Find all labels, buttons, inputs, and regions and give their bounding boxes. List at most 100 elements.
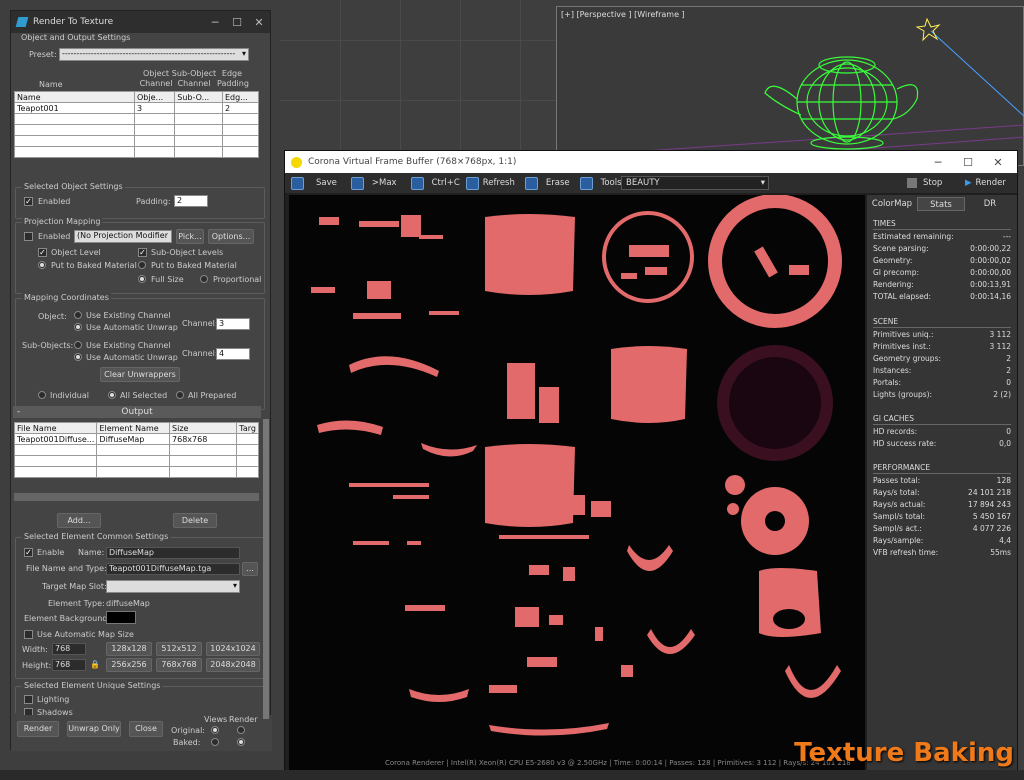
maximize-icon[interactable]: ☐ (957, 156, 979, 169)
lighting-checkbox[interactable] (24, 695, 33, 704)
cell[interactable]: 768x768 (169, 433, 238, 445)
all-selected-radio[interactable] (108, 391, 116, 399)
clear-unwrappers-button[interactable]: Clear Unwrappers (100, 367, 180, 382)
save-button[interactable]: Save (291, 176, 337, 190)
table-header[interactable]: Edg... (222, 91, 259, 103)
size-preset-button[interactable]: 768x768 (156, 658, 202, 672)
render-button[interactable]: ▶ Render (965, 176, 1006, 190)
original-render-radio[interactable] (237, 726, 245, 734)
target-slot-dropdown[interactable]: ▾ (106, 580, 240, 593)
proportional-radio[interactable] (200, 275, 208, 283)
lock-icon[interactable]: 🔒 (90, 660, 100, 669)
use-auto-radio[interactable] (74, 323, 82, 331)
individual-radio[interactable] (38, 391, 46, 399)
proj-enabled-checkbox[interactable] (24, 232, 33, 241)
table-row[interactable] (13, 466, 259, 478)
put-baked-radio-2[interactable] (138, 261, 146, 269)
all-prepared-radio[interactable] (176, 391, 184, 399)
stop-button[interactable]: Stop (907, 176, 942, 190)
unwrap-only-button[interactable]: Unwrap Only (67, 721, 121, 737)
cell[interactable] (174, 102, 223, 114)
table-row[interactable]: Teapot001 3 2 (14, 102, 259, 114)
size-preset-button[interactable]: 1024x1024 (206, 642, 260, 656)
tab-colormap[interactable]: ColorMap (869, 197, 915, 211)
channel-spinner-2[interactable]: 4 (216, 348, 250, 360)
add-button[interactable]: Add... (57, 513, 101, 528)
put-baked-radio[interactable] (38, 261, 46, 269)
browse-button[interactable]: ... (242, 562, 258, 576)
file-field[interactable]: Teapot001DiffuseMap.tga (106, 563, 240, 575)
baked-render-radio[interactable] (237, 738, 245, 746)
table-header[interactable]: Size (169, 422, 238, 434)
options-button[interactable]: Options... (208, 229, 254, 244)
vertical-scrollbar[interactable] (263, 419, 269, 719)
table-row[interactable]: Teapot001Diffuse... DiffuseMap 768x768 (13, 433, 259, 445)
object-table[interactable]: Name Obje... Sub-O... Edg... Teapot001 3 2 (14, 91, 259, 158)
cell[interactable]: Teapot001 (14, 102, 135, 114)
element-bg-swatch[interactable] (106, 611, 136, 624)
projection-modifier-dropdown[interactable]: (No Projection Modifier (74, 230, 172, 243)
tab-stats[interactable]: Stats (917, 197, 965, 211)
size-preset-button[interactable]: 512x512 (156, 642, 202, 656)
auto-size-checkbox[interactable] (24, 630, 33, 639)
table-header[interactable]: Sub-O... (174, 91, 223, 103)
dialog-titlebar[interactable]: Render To Texture ─ ☐ ✕ (11, 11, 270, 33)
table-row[interactable] (14, 124, 259, 136)
refresh-button[interactable]: Refresh (465, 176, 515, 190)
table-header[interactable]: Targ (236, 422, 259, 434)
size-preset-button[interactable]: 256x256 (106, 658, 152, 672)
close-icon[interactable]: ✕ (987, 156, 1009, 169)
cell[interactable]: DiffuseMap (96, 433, 171, 445)
collapse-icon[interactable]: - (17, 406, 20, 418)
use-auto-radio-2[interactable] (74, 353, 82, 361)
padding-spinner[interactable]: 2 (174, 195, 208, 207)
output-rollout[interactable]: - Output (13, 406, 261, 418)
channel-spinner[interactable]: 3 (216, 318, 250, 330)
width-spinner[interactable]: 768 (52, 643, 86, 655)
maximize-icon[interactable]: ☐ (226, 16, 248, 29)
cell[interactable]: 3 (133, 102, 176, 114)
table-row[interactable] (14, 146, 259, 158)
table-row[interactable] (14, 135, 259, 147)
tools-button[interactable]: Tools (579, 176, 622, 190)
enabled-checkbox[interactable]: ✓ (24, 197, 33, 206)
preset-dropdown[interactable]: ----------------------------------------… (59, 48, 249, 61)
vfb-titlebar[interactable]: Corona Virtual Frame Buffer (768×768px, … (285, 151, 1017, 173)
cell[interactable]: Teapot001Diffuse... (13, 433, 98, 445)
name-field[interactable]: DiffuseMap (106, 547, 240, 559)
sub-object-levels-checkbox[interactable]: ✓ (138, 248, 147, 257)
enable-checkbox[interactable]: ✓ (24, 548, 33, 557)
table-header[interactable]: Element Name (96, 422, 171, 434)
minimize-icon[interactable]: ─ (927, 156, 949, 169)
to-max-button[interactable]: >Max (350, 176, 397, 190)
erase-button[interactable]: Erase (524, 176, 570, 190)
original-views-radio[interactable] (211, 726, 219, 734)
close-icon[interactable]: ✕ (248, 16, 270, 29)
use-existing-radio-2[interactable] (74, 341, 82, 349)
baked-views-radio[interactable] (211, 738, 219, 746)
delete-button[interactable]: Delete (173, 513, 217, 528)
object-level-checkbox[interactable]: ✓ (38, 248, 47, 257)
table-row[interactable] (14, 113, 259, 125)
cell[interactable] (236, 433, 259, 445)
tab-dr[interactable]: DR (967, 197, 1013, 211)
size-preset-button[interactable]: 2048x2048 (206, 658, 260, 672)
table-row[interactable] (13, 444, 259, 456)
render-button[interactable]: Render (17, 721, 59, 737)
table-header[interactable]: File Name (13, 422, 98, 434)
perspective-viewport[interactable]: [+] [Perspective ] [Wireframe ] (556, 6, 1024, 167)
size-preset-button[interactable]: 128x128 (106, 642, 152, 656)
channel-dropdown[interactable]: BEAUTY ▾ (621, 176, 769, 190)
render-canvas[interactable] (289, 195, 865, 771)
close-button[interactable]: Close (129, 721, 163, 737)
height-spinner[interactable]: 768 (52, 659, 86, 671)
output-table[interactable]: File Name Element Name Size Targ Teapot001D… (13, 422, 259, 478)
minimize-icon[interactable]: ─ (204, 16, 226, 29)
pick-button[interactable]: Pick... (176, 229, 204, 244)
table-header[interactable]: Name (14, 91, 135, 103)
copy-button[interactable]: Ctrl+C (410, 176, 460, 190)
use-existing-radio[interactable] (74, 311, 82, 319)
horizontal-scrollbar[interactable] (14, 493, 259, 501)
cell[interactable]: 2 (222, 102, 259, 114)
table-row[interactable] (13, 455, 259, 467)
